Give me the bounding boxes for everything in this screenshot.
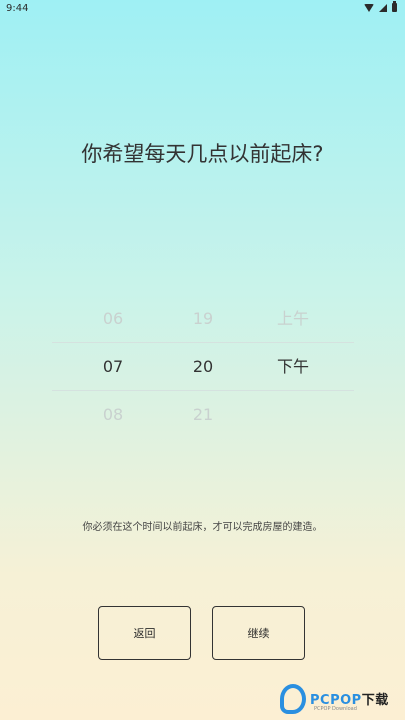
- watermark-subtext: PCPOP Download: [314, 706, 357, 712]
- status-icons: [364, 1, 397, 12]
- ampm-option[interactable]: 上午: [248, 295, 338, 343]
- wifi-icon: [364, 3, 374, 12]
- minute-option[interactable]: 21: [158, 391, 248, 439]
- hint-text: 你必须在这个时间以前起床，才可以完成房屋的建造。: [82, 522, 323, 533]
- pcpop-logo-icon: [280, 684, 306, 714]
- battery-icon: [392, 1, 397, 12]
- continue-button[interactable]: 继续: [212, 606, 305, 660]
- cellular-signal-icon: [379, 3, 387, 12]
- minute-wheel[interactable]: 19 20 21: [158, 295, 248, 439]
- minute-option[interactable]: 19: [158, 295, 248, 343]
- ampm-selected[interactable]: 下午: [248, 343, 338, 391]
- minute-selected[interactable]: 20: [158, 343, 248, 391]
- watermark: PCPOP下载 PCPOP Download: [280, 684, 405, 720]
- hour-option[interactable]: 08: [68, 391, 158, 439]
- back-button[interactable]: 返回: [98, 606, 191, 660]
- ampm-wheel[interactable]: 上午 下午: [248, 295, 338, 391]
- hour-wheel[interactable]: 06 07 08: [68, 295, 158, 439]
- status-bar: 9:44: [0, 0, 405, 18]
- hour-selected[interactable]: 07: [68, 343, 158, 391]
- status-time: 9:44: [6, 3, 29, 14]
- hour-option[interactable]: 06: [68, 295, 158, 343]
- page-title: 你希望每天几点以前起床?: [81, 142, 324, 166]
- time-picker[interactable]: 06 07 08 19 20 21 上午 下午: [52, 295, 354, 441]
- watermark-brand-suffix: 下载: [361, 693, 389, 708]
